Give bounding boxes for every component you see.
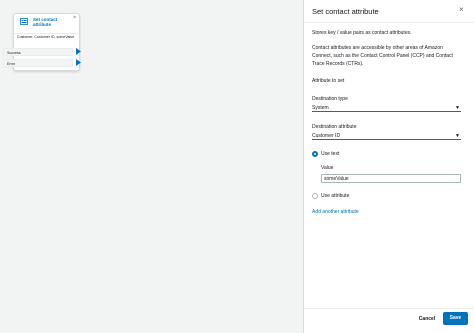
block-header: Set contact attribute × — [14, 14, 79, 33]
chevron-down-icon: ▼ — [455, 133, 460, 139]
properties-panel: Set contact attribute × Stores key / val… — [303, 0, 474, 333]
save-button[interactable]: Save — [443, 312, 468, 325]
destination-type-label: Destination type — [312, 96, 348, 102]
chevron-down-icon: ▼ — [455, 105, 460, 111]
block-title: Set contact attribute — [33, 17, 58, 27]
destination-type-select[interactable]: System ▼ — [312, 104, 461, 112]
block-summary: Customer, Customer ID, someValue — [17, 35, 75, 39]
block-divider — [14, 33, 79, 34]
contact-attribute-icon — [20, 18, 28, 25]
panel-footer-divider — [304, 308, 474, 309]
use-attribute-label: Use attribute — [321, 193, 350, 199]
panel-header-divider — [304, 22, 474, 23]
use-text-label: Use text — [321, 151, 340, 157]
panel-close-icon[interactable]: × — [459, 5, 464, 14]
use-text-radio[interactable] — [312, 151, 318, 157]
panel-info: Contact attributes are accessible by oth… — [312, 45, 453, 67]
flow-canvas[interactable]: Set contact attribute × Customer, Custom… — [0, 0, 303, 333]
branch-error[interactable]: Error — [3, 59, 73, 67]
cancel-button[interactable]: Cancel — [415, 314, 439, 325]
add-another-attribute-link[interactable]: Add another attribute — [312, 209, 359, 215]
block-close-icon[interactable]: × — [73, 15, 76, 21]
destination-attribute-label: Destination attribute — [312, 124, 357, 130]
use-attribute-radio[interactable] — [312, 193, 318, 199]
attribute-to-set-heading: Attribute to set — [312, 78, 345, 84]
value-label: Value — [321, 165, 334, 171]
destination-attribute-value: Customer ID — [312, 133, 341, 139]
destination-type-value: System — [312, 105, 329, 111]
branch-success-connector-icon[interactable] — [76, 48, 81, 55]
panel-description: Stores key / value pairs as contact attr… — [312, 30, 412, 36]
destination-attribute-select[interactable]: Customer ID ▼ — [312, 132, 461, 140]
value-input[interactable]: someValue — [321, 174, 461, 183]
branch-success[interactable]: Success — [3, 48, 73, 56]
panel-title: Set contact attribute — [312, 7, 379, 16]
branch-error-connector-icon[interactable] — [76, 59, 81, 66]
